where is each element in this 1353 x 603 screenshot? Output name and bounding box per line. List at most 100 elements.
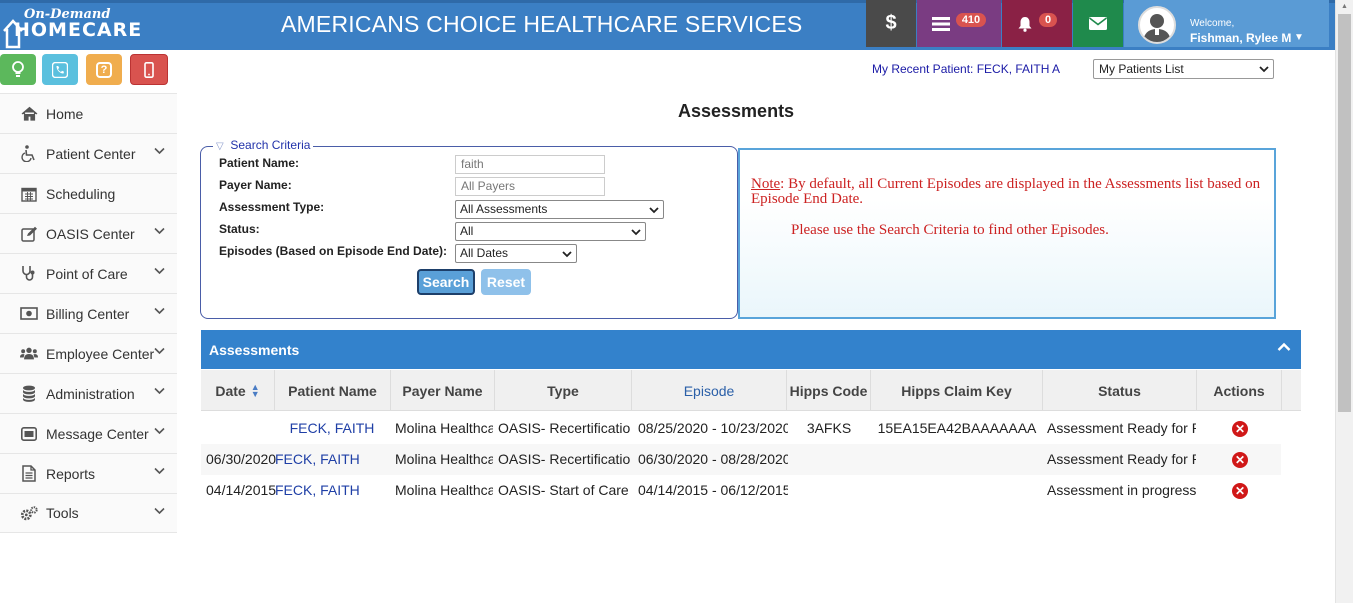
app-logo[interactable]: On-Demand HOMECARE bbox=[2, 7, 152, 49]
patient-list-select[interactable]: My Patients List bbox=[1093, 59, 1274, 79]
help-button[interactable]: ? bbox=[86, 54, 122, 85]
sidebar-item-label: Reports bbox=[46, 465, 96, 482]
envelope-icon bbox=[1089, 17, 1107, 30]
scrollbar-thumb[interactable] bbox=[1338, 14, 1351, 412]
row-hipps-claim-key: 15EA15EA42BAAAAAAA bbox=[877, 420, 1037, 436]
chevron-down-icon bbox=[154, 507, 165, 515]
notifications-button[interactable]: 0 bbox=[1002, 0, 1072, 47]
row-patient-link[interactable]: FECK, FAITH bbox=[275, 475, 389, 506]
column-header-hipps-code[interactable]: Hipps Code bbox=[787, 370, 871, 411]
assessments-grid-header: Assessments bbox=[201, 330, 1301, 369]
patient-name-label: Patient Name: bbox=[219, 156, 300, 170]
file-icon bbox=[20, 465, 38, 483]
ideas-button[interactable] bbox=[0, 54, 36, 85]
row-type: OASIS- Recertification bbox=[498, 451, 631, 467]
assessment-type-value: All Assessments bbox=[460, 202, 548, 216]
logo-text-main: HOMECARE bbox=[14, 19, 143, 41]
chevron-down-icon bbox=[562, 251, 572, 258]
row-patient-link[interactable]: FECK, FAITH bbox=[275, 444, 389, 475]
database-icon bbox=[20, 385, 38, 403]
avatar bbox=[1138, 6, 1176, 44]
scroll-up-arrow-icon[interactable]: ▲ bbox=[1341, 3, 1348, 10]
quick-actions: ? bbox=[0, 54, 176, 86]
page-scrollbar[interactable]: ▲ bbox=[1335, 0, 1353, 603]
sidebar-item-point-of-care[interactable]: Point of Care bbox=[0, 253, 177, 293]
user-menu[interactable]: Welcome, Fishman, Rylee M ▼ bbox=[1124, 0, 1329, 47]
messages-button[interactable] bbox=[1073, 0, 1123, 47]
sidebar-item-label: Message Center bbox=[46, 425, 149, 442]
row-payer: Molina Healthcare bbox=[395, 482, 493, 498]
billing-button[interactable]: $ bbox=[866, 0, 916, 47]
payer-name-input[interactable]: All Payers bbox=[455, 177, 605, 196]
episodes-select[interactable]: All Dates bbox=[455, 244, 577, 263]
sidebar-item-tools[interactable]: Tools bbox=[0, 493, 177, 533]
mobile-app-button[interactable] bbox=[130, 54, 168, 85]
sidebar-item-employee-center[interactable]: Employee Center bbox=[0, 333, 177, 373]
cogs-icon bbox=[20, 504, 38, 522]
tasks-count-badge: 410 bbox=[955, 12, 987, 27]
chevron-down-icon bbox=[1259, 66, 1269, 73]
reset-button[interactable]: Reset bbox=[481, 269, 531, 295]
chevron-down-icon bbox=[649, 207, 659, 214]
users-icon bbox=[20, 345, 38, 363]
column-header-actions: Actions bbox=[1197, 370, 1282, 411]
row-episode: 04/14/2015 - 06/12/2015 bbox=[638, 482, 788, 498]
sidebar-item-label: Administration bbox=[46, 385, 135, 402]
sidebar-item-message-center[interactable]: Message Center bbox=[0, 413, 177, 453]
page-title: Assessments bbox=[678, 101, 795, 121]
status-value: All bbox=[460, 224, 474, 238]
default-episodes-note: Note: By default, all Current Episodes a… bbox=[738, 148, 1276, 319]
note-text: : By default, all Current Episodes are d… bbox=[751, 176, 1261, 207]
row-status: Assessment Ready for Re bbox=[1047, 420, 1196, 436]
row-type: OASIS- Recertification bbox=[498, 420, 631, 436]
dollar-icon: $ bbox=[885, 12, 897, 34]
home-icon bbox=[20, 105, 38, 123]
edit-icon bbox=[20, 225, 38, 243]
recent-patient-link[interactable]: My Recent Patient: FECK, FAITH A bbox=[872, 62, 1060, 76]
column-header-hipps-claim-key[interactable]: Hipps Claim Key bbox=[871, 370, 1043, 411]
chevron-down-icon bbox=[631, 229, 641, 236]
row-hipps-claim-key bbox=[871, 475, 1043, 506]
sidebar-item-patient-center[interactable]: Patient Center bbox=[0, 133, 177, 173]
row-patient-link[interactable]: FECK, FAITH bbox=[275, 413, 389, 444]
search-button[interactable]: Search bbox=[417, 269, 475, 295]
status-select[interactable]: All bbox=[455, 222, 646, 241]
chevron-down-icon bbox=[154, 347, 165, 355]
column-header-patient-name[interactable]: Patient Name bbox=[275, 370, 391, 411]
column-header-status[interactable]: Status bbox=[1043, 370, 1197, 411]
delete-icon[interactable]: ✕ bbox=[1232, 452, 1248, 468]
sidebar-item-reports[interactable]: Reports bbox=[0, 453, 177, 493]
delete-icon[interactable]: ✕ bbox=[1232, 483, 1248, 499]
sidebar-item-administration[interactable]: Administration bbox=[0, 373, 177, 413]
assessments-grid-columns: Date ▲ ▼ Patient Name Payer Name Type Epis… bbox=[201, 370, 1301, 411]
column-header-date[interactable]: Date ▲ ▼ bbox=[201, 370, 275, 411]
row-date: 04/14/2015 bbox=[206, 482, 276, 498]
contact-button[interactable] bbox=[42, 54, 78, 85]
assessment-type-select[interactable]: All Assessments bbox=[455, 200, 664, 219]
user-name: Fishman, Rylee M bbox=[1190, 31, 1292, 45]
patient-name-input[interactable]: faith bbox=[455, 155, 605, 174]
sidebar-item-billing-center[interactable]: Billing Center bbox=[0, 293, 177, 333]
column-header-payer-name[interactable]: Payer Name bbox=[391, 370, 495, 411]
column-header-type[interactable]: Type bbox=[495, 370, 632, 411]
search-criteria-legend[interactable]: ▽ Search Criteria bbox=[213, 138, 314, 152]
column-header-episode[interactable]: Episode bbox=[632, 370, 787, 411]
sidebar-item-oasis-center[interactable]: OASIS Center bbox=[0, 213, 177, 253]
sidebar-item-scheduling[interactable]: Scheduling bbox=[0, 173, 177, 213]
notifications-count-badge: 0 bbox=[1038, 12, 1058, 27]
row-episode: 08/25/2020 - 10/23/2020 bbox=[638, 420, 788, 436]
note-hint: Please use the Search Criteria to find o… bbox=[791, 222, 1109, 238]
table-row: FECK, FAITH Molina Healthcare OASIS- Rec… bbox=[201, 413, 1281, 444]
row-hipps-claim-key bbox=[871, 444, 1043, 475]
delete-icon[interactable]: ✕ bbox=[1232, 421, 1248, 437]
sidebar-item-label: Billing Center bbox=[46, 305, 130, 322]
sidebar-item-label: Employee Center bbox=[46, 345, 155, 362]
row-status: Assessment Ready for Re bbox=[1047, 451, 1196, 467]
tasks-button[interactable]: 410 bbox=[917, 0, 1001, 47]
row-status: Assessment in progress bbox=[1047, 482, 1196, 498]
wheelchair-icon bbox=[20, 145, 38, 163]
chevron-up-icon[interactable] bbox=[1277, 342, 1291, 352]
sidebar-item-label: Point of Care bbox=[46, 265, 128, 282]
sidebar-item-home[interactable]: Home bbox=[0, 93, 177, 133]
welcome-text: Welcome, bbox=[1190, 18, 1235, 29]
